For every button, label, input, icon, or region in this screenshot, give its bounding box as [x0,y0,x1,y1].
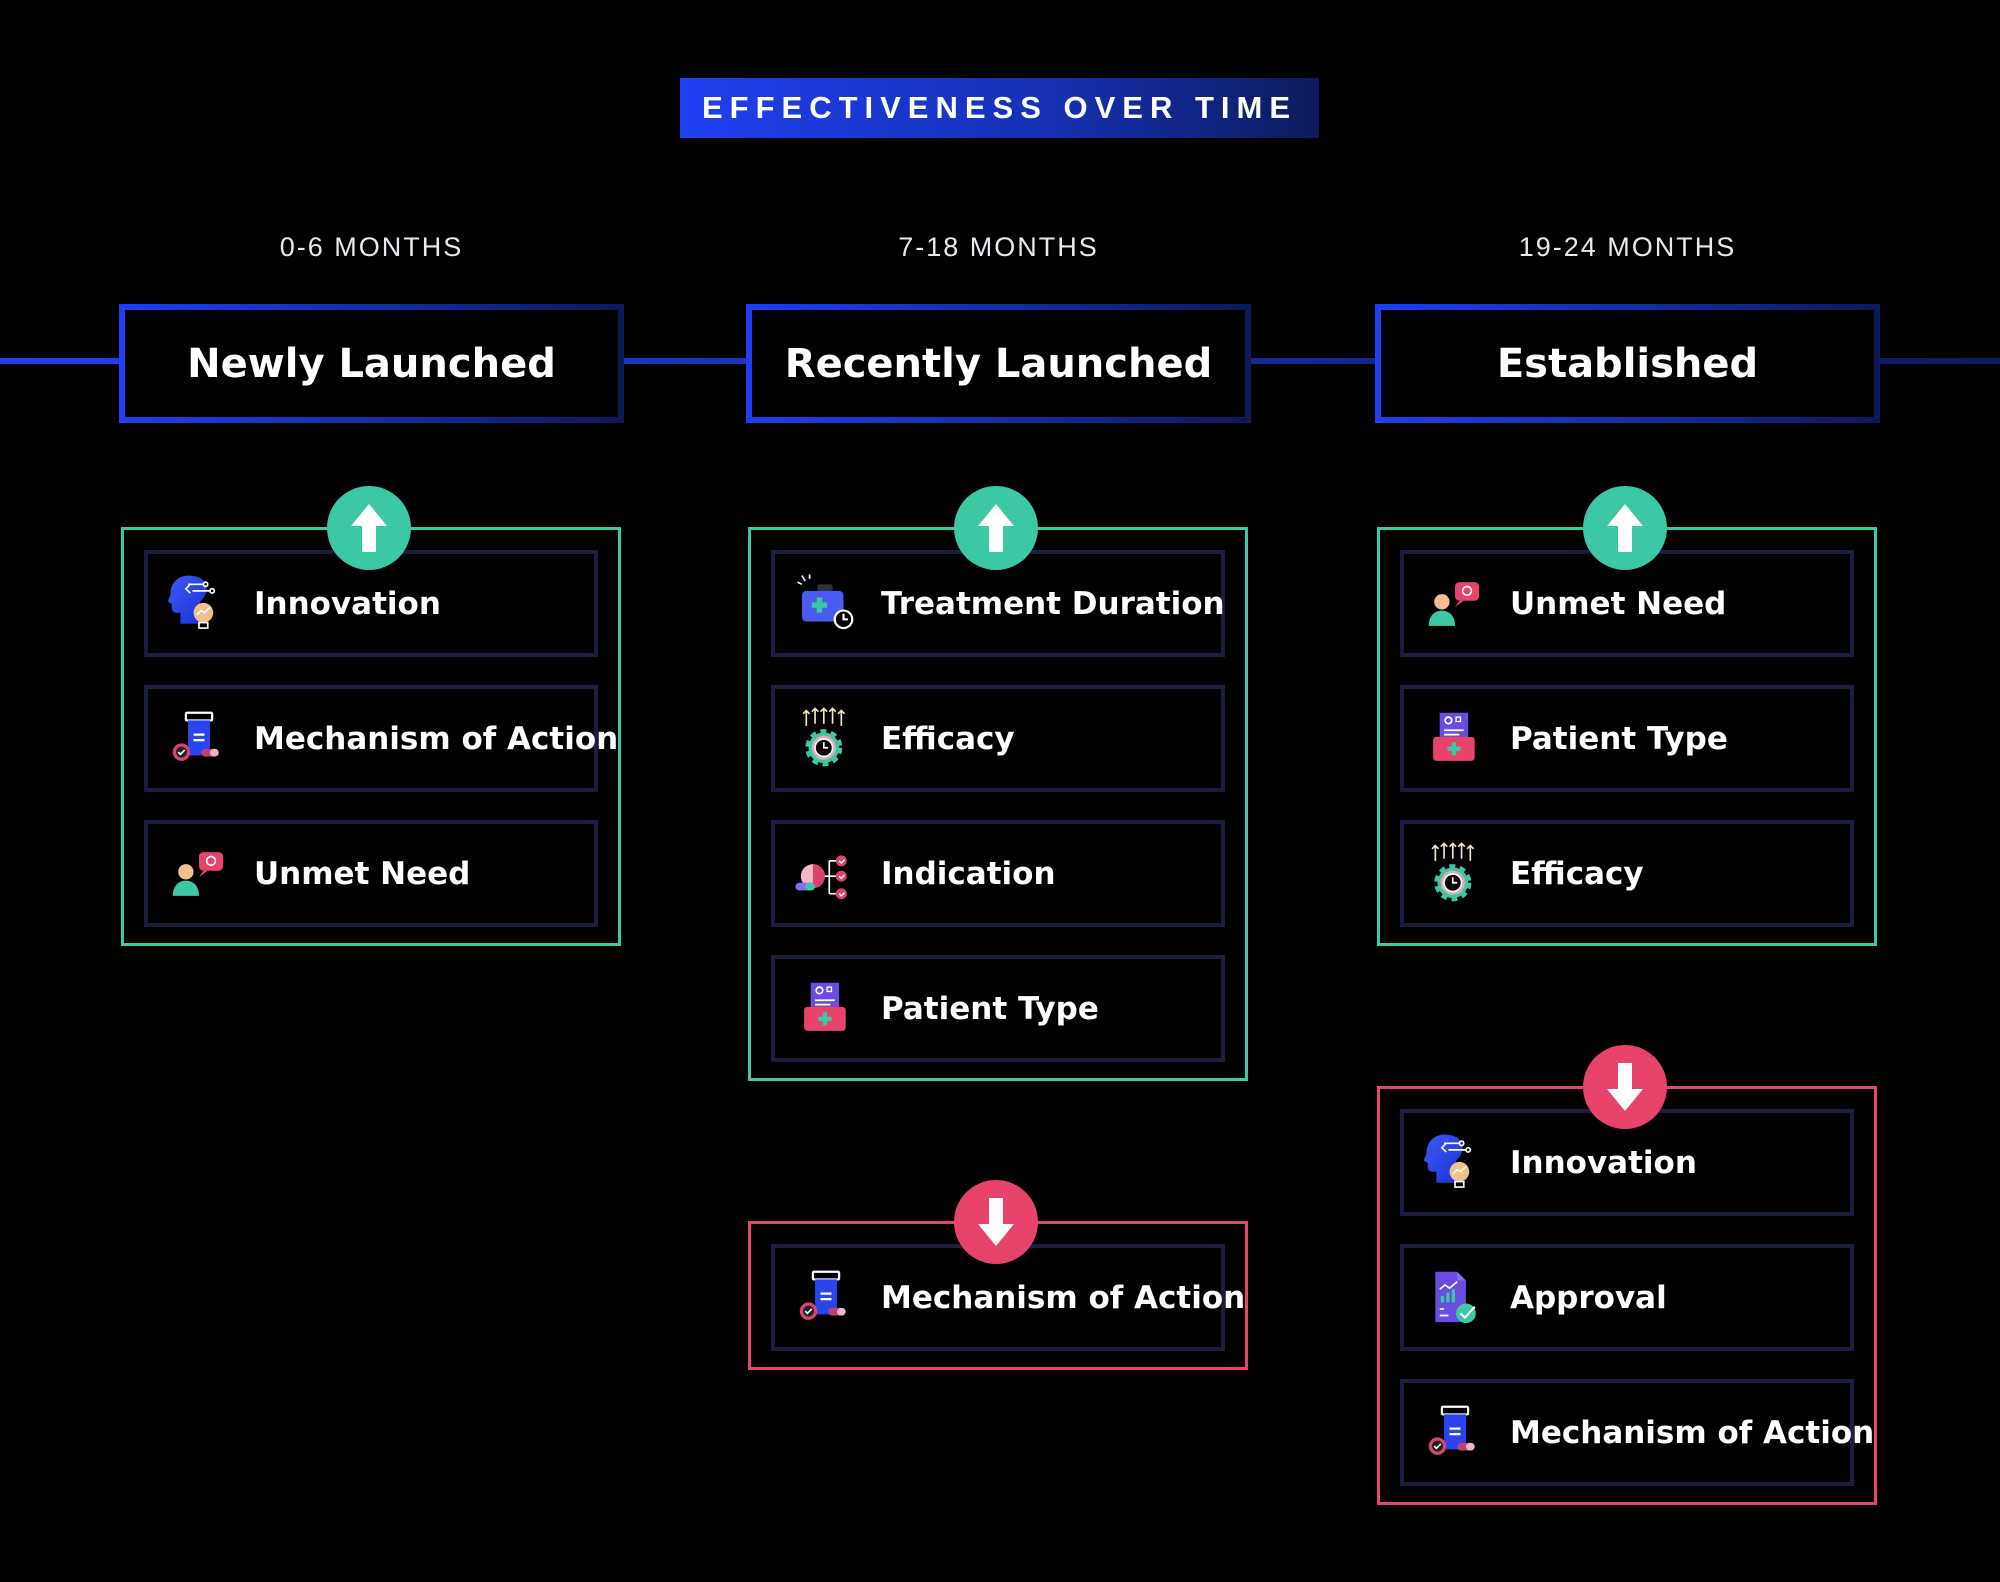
mechanism-icon [172,711,219,761]
factor-item: Patient Type [1400,685,1854,792]
factor-label: Unmet Need [254,855,471,892]
stage-header: Newly Launched [119,304,624,423]
decrease-indicator [954,1180,1038,1264]
factor-label: Mechanism of Action [881,1279,1246,1316]
increase-indicator [1583,486,1667,570]
increasing-factors-group: Innovation Mechanism of Action Unmet Need [121,527,621,946]
factor-label: Innovation [1510,1144,1697,1181]
factor-item: Unmet Need [144,820,598,927]
factor-label: Indication [881,855,1056,892]
efficacy-icon [802,706,846,766]
diagram-title: EFFECTIVENESS OVER TIME [680,78,1319,138]
factor-label: Patient Type [881,990,1099,1027]
arrow-up-icon [978,504,1014,552]
unmet-need-icon [172,851,224,896]
factor-label: Mechanism of Action [1510,1414,1875,1451]
stage-header: Recently Launched [746,304,1251,423]
factor-item: Efficacy [1400,820,1854,927]
increasing-factors-group: Treatment Duration Efficacy Indication Pati… [748,527,1248,1081]
increasing-factors-group: Unmet Need Patient Type Efficacy [1377,527,1877,946]
factor-label: Patient Type [1510,720,1728,757]
indication-icon [795,854,847,899]
factor-item: Approval [1400,1244,1854,1351]
arrow-down-icon [978,1198,1014,1246]
factor-label: Innovation [254,585,441,622]
decrease-indicator [1583,1045,1667,1129]
patient-type-icon [1433,712,1475,761]
approval-icon [1435,1271,1476,1323]
arrow-up-icon [351,504,387,552]
decreasing-factors-group: Innovation Approval Mechanism of Action [1377,1086,1877,1505]
arrow-up-icon [1607,504,1643,552]
stage-title: Recently Launched [784,340,1213,387]
factor-label: Treatment Duration [881,585,1225,622]
factor-item: Mechanism of Action [144,685,618,792]
factor-label: Efficacy [881,720,1015,757]
stage-title: Newly Launched [187,340,556,387]
mechanism-icon [1428,1405,1475,1455]
stage-title: Established [1496,340,1759,387]
increase-indicator [954,486,1038,570]
innovation-icon [1424,1134,1472,1188]
factor-item: Mechanism of Action [1400,1379,1874,1486]
factor-item: Patient Type [771,955,1225,1062]
factor-label: Unmet Need [1510,585,1727,622]
factor-label: Approval [1510,1279,1667,1316]
factor-item: Indication [771,820,1225,927]
factor-item: Efficacy [771,685,1225,792]
period-label: 19-24 MONTHS [1518,232,1737,262]
patient-type-icon [804,982,846,1031]
stage-header: Established [1375,304,1880,423]
efficacy-icon [1431,841,1475,901]
mechanism-icon [799,1270,846,1320]
treatment-duration-icon [797,573,854,629]
increase-indicator [327,486,411,570]
period-label: 7-18 MONTHS [898,232,1099,262]
innovation-icon [168,575,216,629]
factor-label: Efficacy [1510,855,1644,892]
unmet-need-icon [1428,581,1480,626]
factor-label: Mechanism of Action [254,720,619,757]
arrow-down-icon [1607,1063,1643,1111]
period-label: 0-6 MONTHS [279,232,464,262]
